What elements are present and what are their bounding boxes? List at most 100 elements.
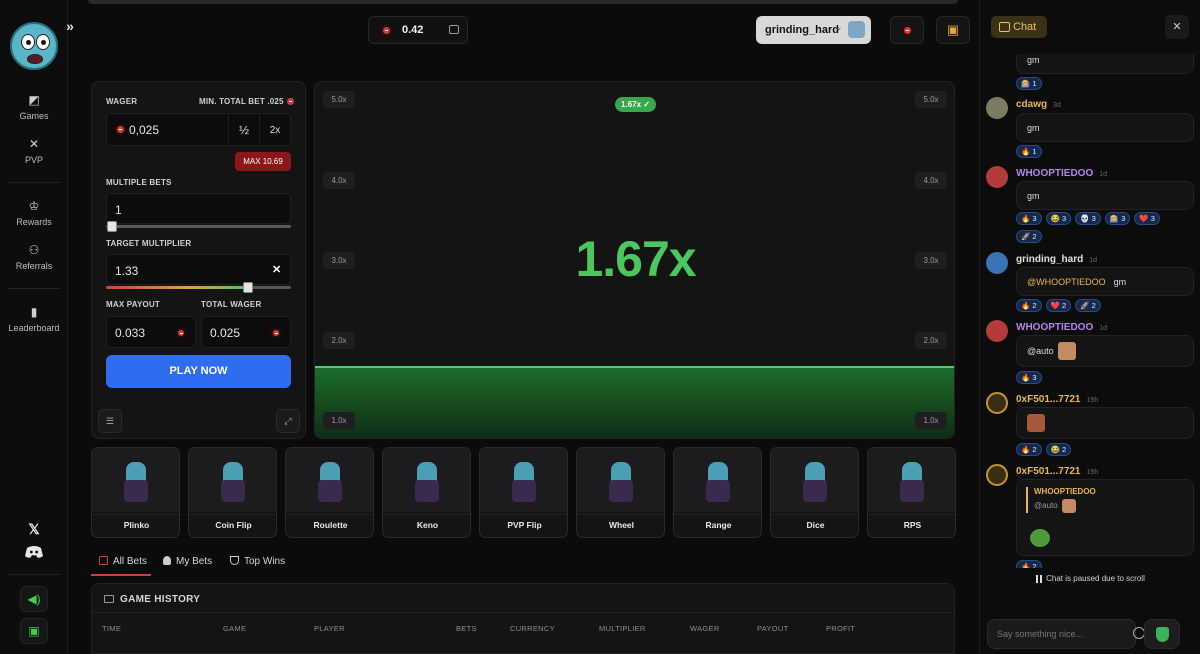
half-button[interactable]: ½ bbox=[228, 114, 259, 147]
receipt-icon bbox=[99, 556, 108, 565]
mascot-suit bbox=[318, 480, 342, 502]
coin-icon bbox=[115, 124, 126, 135]
game-tile-coin-flip[interactable]: Coin Flip bbox=[188, 447, 277, 538]
reactions: 🔥 3 😂 3 💀 3 🎰 3 ❤️ 3 bbox=[1016, 212, 1160, 225]
game-tile-keno[interactable]: Keno bbox=[382, 447, 471, 538]
speaker-icon[interactable]: ◀) bbox=[20, 586, 48, 612]
chat-header: Chat ✕ bbox=[980, 0, 1200, 54]
avatar bbox=[986, 464, 1008, 486]
sidebar-item-rewards[interactable]: ♔ Rewards bbox=[0, 199, 68, 227]
current-multiplier: 1.67x bbox=[575, 231, 696, 287]
fullscreen-icon[interactable]: ⤢ bbox=[276, 409, 300, 433]
mascot-suit bbox=[124, 480, 148, 502]
pepe-emoji bbox=[1030, 529, 1050, 547]
x-social-icon[interactable]: 𝕏 bbox=[0, 521, 68, 538]
game-tile-rps[interactable]: RPS bbox=[867, 447, 956, 538]
reactions: 🚀 2 bbox=[1016, 230, 1042, 243]
settings-sliders-icon[interactable]: ☰ bbox=[98, 409, 122, 433]
balance-display[interactable]: 0.42 bbox=[368, 16, 468, 44]
reactions: 🎰 1 bbox=[1016, 77, 1042, 90]
y-label-1: 1.0x bbox=[323, 412, 355, 429]
avatar bbox=[986, 320, 1008, 342]
avatar bbox=[986, 97, 1008, 119]
range-art bbox=[674, 448, 761, 512]
send-button[interactable] bbox=[1144, 619, 1180, 649]
game-tile-dice[interactable]: Dice bbox=[770, 447, 859, 538]
game-tile-plinko[interactable]: Plinko bbox=[91, 447, 180, 538]
sidebar-item-label: PVP bbox=[24, 155, 43, 165]
wallet-icon[interactable] bbox=[449, 25, 459, 34]
custom-emoji bbox=[1027, 414, 1045, 432]
game-tile-range[interactable]: Range bbox=[673, 447, 762, 538]
max-button[interactable]: MAX 10.69 bbox=[235, 152, 291, 171]
tile-label: Dice bbox=[771, 514, 858, 535]
multiple-bets-slider[interactable] bbox=[106, 225, 291, 228]
reaction-chip[interactable]: 🔥 2 bbox=[1016, 443, 1042, 456]
sidebar-item-pvp[interactable]: ✕ PVP bbox=[0, 137, 68, 165]
chat-username: grinding_hard 1d bbox=[1016, 254, 1098, 265]
reaction-chip[interactable]: ❤️ 3 bbox=[1134, 212, 1160, 225]
reaction-chip[interactable]: 🔥 1 bbox=[1016, 145, 1042, 158]
result-badge: 1.67x ✓ bbox=[615, 97, 656, 112]
reaction-chip[interactable]: 💀 3 bbox=[1075, 212, 1101, 225]
username: grinding_hard bbox=[765, 24, 839, 36]
game-tile-roulette[interactable]: Roulette bbox=[285, 447, 374, 538]
tab-all-bets[interactable]: All Bets bbox=[99, 556, 147, 567]
multiplier-fill-bar bbox=[315, 366, 954, 438]
play-now-button[interactable]: PLAY NOW bbox=[106, 355, 291, 388]
top-strip bbox=[88, 0, 958, 4]
mention[interactable]: @WHOOPTIEDOO bbox=[1027, 277, 1106, 287]
gift-button[interactable]: ▣ bbox=[936, 16, 970, 44]
history-title: GAME HISTORY bbox=[120, 594, 201, 605]
chat-input[interactable] bbox=[987, 619, 1136, 649]
message-bubble: @WHOOPTIEDOO gm bbox=[1016, 267, 1194, 296]
sidebar-item-leaderboard[interactable]: ▮ Leaderboard bbox=[0, 305, 68, 333]
total-wager-value: 0.025 bbox=[210, 326, 241, 340]
collapse-sidebar-icon[interactable]: » bbox=[60, 16, 80, 36]
wager-input[interactable]: 0,025 ½ 2x bbox=[106, 113, 291, 147]
tile-label: Coin Flip bbox=[189, 514, 276, 535]
reaction-chip[interactable]: 🔥 2 bbox=[1016, 299, 1042, 312]
y-label-1-right: 1.0x bbox=[915, 412, 947, 429]
target-multiplier-slider-handle[interactable] bbox=[243, 282, 253, 293]
avatar bbox=[986, 392, 1008, 414]
reaction-chip[interactable]: 🔥 3 bbox=[1016, 212, 1042, 225]
wheel-art bbox=[577, 448, 664, 512]
reaction-chip[interactable]: 😂 2 bbox=[1045, 443, 1072, 456]
column-header: TIME bbox=[102, 624, 122, 633]
double-button[interactable]: 2x bbox=[259, 114, 290, 147]
chat-tab[interactable]: Chat bbox=[991, 16, 1047, 38]
currency-button[interactable] bbox=[890, 16, 924, 44]
reaction-chip[interactable]: 🚀 2 bbox=[1075, 299, 1101, 312]
reaction-chip[interactable]: ❤️ 2 bbox=[1045, 299, 1072, 312]
user-menu[interactable]: grinding_hard ⌄ bbox=[756, 16, 871, 44]
target-multiplier-slider[interactable] bbox=[106, 286, 291, 289]
sidebar-item-referrals[interactable]: ⚇ Referrals bbox=[0, 243, 68, 271]
column-header: WAGER bbox=[690, 624, 720, 633]
active-tab-underline bbox=[91, 574, 151, 576]
max-payout-label: MAX PAYOUT bbox=[106, 300, 161, 309]
reaction-chip[interactable]: 🎰 3 bbox=[1104, 212, 1131, 225]
sidebar-item-games[interactable]: ◩ Games bbox=[0, 93, 68, 121]
reaction-chip[interactable]: 🎰 1 bbox=[1016, 77, 1042, 90]
tab-top-wins[interactable]: Top Wins bbox=[230, 556, 285, 567]
multiple-bets-input[interactable]: 1 bbox=[106, 193, 291, 224]
close-icon[interactable]: ✕ bbox=[1165, 15, 1189, 39]
tab-my-bets[interactable]: My Bets bbox=[163, 556, 212, 567]
plinko-art bbox=[92, 448, 179, 512]
clear-icon[interactable]: ✕ bbox=[272, 263, 281, 276]
game-tile-pvp-flip[interactable]: PVP Flip bbox=[479, 447, 568, 538]
target-multiplier-value: 1.33 bbox=[115, 264, 139, 278]
discord-icon[interactable] bbox=[0, 545, 68, 562]
target-multiplier-input[interactable]: 1.33 ✕ bbox=[106, 254, 291, 285]
reaction-chip[interactable]: 🚀 2 bbox=[1016, 230, 1042, 243]
custom-emoji bbox=[1057, 342, 1076, 360]
game-tile-wheel[interactable]: Wheel bbox=[576, 447, 665, 538]
total-wager-display: 0.025 bbox=[201, 316, 291, 348]
chat-paused-notice[interactable]: Chat is paused due to scroll bbox=[980, 568, 1200, 590]
reaction-chip[interactable]: 😂 3 bbox=[1045, 212, 1072, 225]
logo[interactable] bbox=[10, 22, 58, 70]
multiple-bets-slider-handle[interactable] bbox=[107, 221, 117, 232]
reaction-chip[interactable]: 🔥 3 bbox=[1016, 371, 1042, 384]
ticket-icon[interactable]: ▣ bbox=[20, 618, 48, 644]
